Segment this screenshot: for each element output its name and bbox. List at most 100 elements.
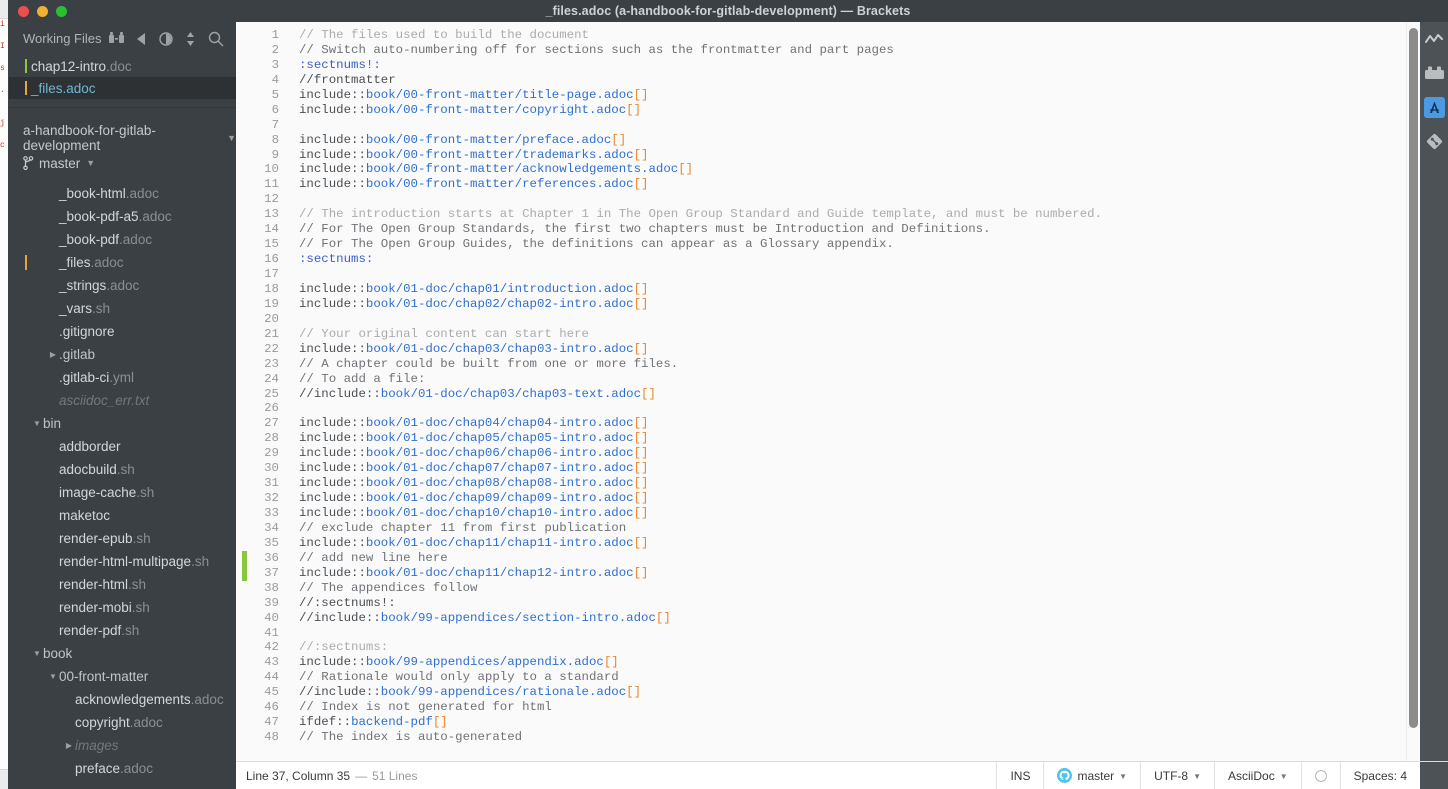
code-line[interactable]: 43 include::book/99-appendices/appendix.a… — [236, 655, 1420, 670]
contrast-icon[interactable] — [159, 31, 173, 46]
code-line[interactable]: 16:sectnums: — [236, 252, 1420, 267]
tree-file[interactable]: .gitignore — [9, 320, 236, 343]
tree-file[interactable]: _strings .adoc — [9, 274, 236, 297]
code-line[interactable]: 24 // To add a file: — [236, 372, 1420, 387]
code-line[interactable]: 25 //include::book/01-doc/chap03/chap03-t… — [236, 387, 1420, 402]
code-line[interactable]: 34 // exclude chapter 11 from first publi… — [236, 521, 1420, 536]
encoding-selector[interactable]: UTF-8 ▼ — [1140, 761, 1214, 789]
editor-scrollbar[interactable] — [1406, 22, 1420, 761]
code-line[interactable]: 11 include::book/00-front-matter/referenc… — [236, 177, 1420, 192]
code-line[interactable]: 2 // Switch auto-numbering off for sectio… — [236, 43, 1420, 58]
cursor-position[interactable]: Line 37, Column 35 — 51 Lines — [236, 769, 417, 783]
code-line[interactable]: 45 //include::book/99-appendices/rational… — [236, 685, 1420, 700]
tree-folder[interactable]: ▼ book — [9, 642, 236, 665]
code-line[interactable]: 33 include::book/01-doc/chap10/chap10-int… — [236, 506, 1420, 521]
code-line[interactable]: 27 include::book/01-doc/chap04/chap04-int… — [236, 416, 1420, 431]
tree-folder[interactable]: ▼ bin — [9, 412, 236, 435]
scrollbar-thumb[interactable] — [1409, 28, 1418, 728]
live-preview-icon[interactable] — [1420, 22, 1448, 56]
code-line[interactable]: 19 include::book/01-doc/chap02/chap02-int… — [236, 297, 1420, 312]
code-line[interactable]: 46 // Index is not generated for html — [236, 700, 1420, 715]
code-line[interactable]: 37 include::book/01-doc/chap11/chap12-int… — [236, 565, 1420, 581]
code-line[interactable]: 40 //include::book/99-appendices/section-… — [236, 611, 1420, 626]
tree-folder[interactable]: ▼ 00-front-matter — [9, 665, 236, 688]
code-line[interactable]: 17 — [236, 267, 1420, 282]
code-line[interactable]: 28 include::book/01-doc/chap05/chap05-int… — [236, 431, 1420, 446]
code-line[interactable]: 32 include::book/01-doc/chap09/chap09-int… — [236, 491, 1420, 506]
language-selector[interactable]: AsciiDoc ▼ — [1214, 761, 1301, 789]
code-line[interactable]: 8 include::book/00-front-matter/preface.a… — [236, 133, 1420, 148]
editor-pane[interactable]: 1 // The files used to build the document… — [236, 22, 1420, 761]
code-line[interactable]: 18 include::book/01-doc/chap01/introducti… — [236, 282, 1420, 297]
code-line[interactable]: 36// add new line here — [236, 550, 1420, 566]
code-line[interactable]: 12 — [236, 192, 1420, 207]
code-line[interactable]: 44 // Rationale would only apply to a sta… — [236, 670, 1420, 685]
branch-selector[interactable]: master ▼ — [9, 150, 236, 176]
tree-file[interactable]: _files .adoc — [9, 251, 236, 274]
code-line[interactable]: 13 // The introduction starts at Chapter … — [236, 207, 1420, 222]
code-line[interactable]: 7 — [236, 118, 1420, 133]
working-file-item[interactable]: chap12-intro .doc — [9, 55, 236, 77]
code-line[interactable]: 5 include::book/00-front-matter/title-pag… — [236, 88, 1420, 103]
tree-file[interactable]: render-pdf .sh — [9, 619, 236, 642]
tree-file[interactable]: _book-pdf-a5 .adoc — [9, 205, 236, 228]
tree-file[interactable]: render-html-multipage .sh — [9, 550, 236, 573]
tree-file[interactable]: maketoc — [9, 504, 236, 527]
tree-file[interactable]: preface .adoc — [9, 757, 236, 780]
search-icon[interactable] — [208, 31, 224, 47]
code-line[interactable]: 23 // A chapter could be built from one o… — [236, 357, 1420, 372]
code-line[interactable]: 15 // For The Open Group Guides, the defi… — [236, 237, 1420, 252]
tree-file[interactable]: render-epub .sh — [9, 527, 236, 550]
tree-file[interactable]: addborder — [9, 435, 236, 458]
code-line[interactable]: 41 — [236, 626, 1420, 641]
code-line[interactable]: 48 // The index is auto-generated — [236, 730, 1420, 745]
code-line[interactable]: 4 //frontmatter — [236, 73, 1420, 88]
tree-file[interactable]: render-html .sh — [9, 573, 236, 596]
code-line[interactable]: 10 include::book/00-front-matter/acknowle… — [236, 162, 1420, 177]
tree-file[interactable]: _book-pdf .adoc — [9, 228, 236, 251]
code-line[interactable]: 35 include::book/01-doc/chap11/chap11-int… — [236, 536, 1420, 551]
code-line[interactable]: 9 include::book/00-front-matter/trademark… — [236, 148, 1420, 163]
split-view-icon[interactable] — [109, 32, 124, 45]
collapse-left-icon[interactable] — [137, 32, 146, 45]
code-line[interactable]: 1 // The files used to build the document — [236, 28, 1420, 43]
code-line[interactable]: 30 include::book/01-doc/chap07/chap07-int… — [236, 461, 1420, 476]
tree-file[interactable]: _vars .sh — [9, 297, 236, 320]
code-line[interactable]: 29 include::book/01-doc/chap06/chap06-int… — [236, 446, 1420, 461]
code-line[interactable]: 22 include::book/01-doc/chap03/chap03-int… — [236, 342, 1420, 357]
chevron-down-icon[interactable]: ▼ — [31, 649, 43, 658]
code-content[interactable]: 1 // The files used to build the document… — [236, 22, 1420, 761]
chevron-right-icon[interactable]: ▶ — [63, 741, 75, 750]
insert-mode-indicator[interactable]: INS — [996, 761, 1043, 789]
tree-file[interactable]: .gitlab-ci .yml — [9, 366, 236, 389]
chevron-down-icon[interactable]: ▼ — [47, 672, 59, 681]
lint-status-indicator[interactable] — [1300, 761, 1340, 789]
tree-file[interactable]: copyright .adoc — [9, 711, 236, 734]
code-line[interactable]: 47 ifdef::backend-pdf[] — [236, 715, 1420, 730]
tree-folder[interactable]: ▶ .gitlab — [9, 343, 236, 366]
tree-file[interactable]: acknowledgements .adoc — [9, 688, 236, 711]
chevron-down-icon[interactable]: ▼ — [31, 419, 43, 428]
tree-file[interactable]: asciidoc_err.txt — [9, 389, 236, 412]
asciidoc-preview-icon[interactable] — [1420, 90, 1448, 124]
tree-file[interactable]: adocbuild .sh — [9, 458, 236, 481]
tree-folder[interactable]: ▶ images — [9, 734, 236, 757]
project-name-dropdown[interactable]: a-handbook-for-gitlab-development ▼ — [9, 123, 236, 153]
git-branch-indicator[interactable]: master ▼ — [1043, 761, 1140, 789]
code-line[interactable]: 20 — [236, 312, 1420, 327]
code-line[interactable]: 31 include::book/01-doc/chap08/chap08-int… — [236, 476, 1420, 491]
code-line[interactable]: 39 //:sectnums!: — [236, 596, 1420, 611]
extension-manager-icon[interactable] — [1420, 56, 1448, 90]
chevron-right-icon[interactable]: ▶ — [47, 350, 59, 359]
code-line[interactable]: 3:sectnums!: — [236, 58, 1420, 73]
code-line[interactable]: 6 include::book/00-front-matter/copyright… — [236, 103, 1420, 118]
tree-file[interactable]: image-cache .sh — [9, 481, 236, 504]
indent-selector[interactable]: Spaces: 4 — [1339, 761, 1420, 789]
tree-file[interactable]: render-mobi .sh — [9, 596, 236, 619]
code-line[interactable]: 14 // For The Open Group Standards, the f… — [236, 222, 1420, 237]
code-line[interactable]: 21 // Your original content can start her… — [236, 327, 1420, 342]
tree-file[interactable]: _book-html .adoc — [9, 182, 236, 205]
git-icon[interactable] — [1420, 124, 1448, 158]
code-line[interactable]: 26 — [236, 401, 1420, 416]
code-line[interactable]: 38 // The appendices follow — [236, 581, 1420, 596]
